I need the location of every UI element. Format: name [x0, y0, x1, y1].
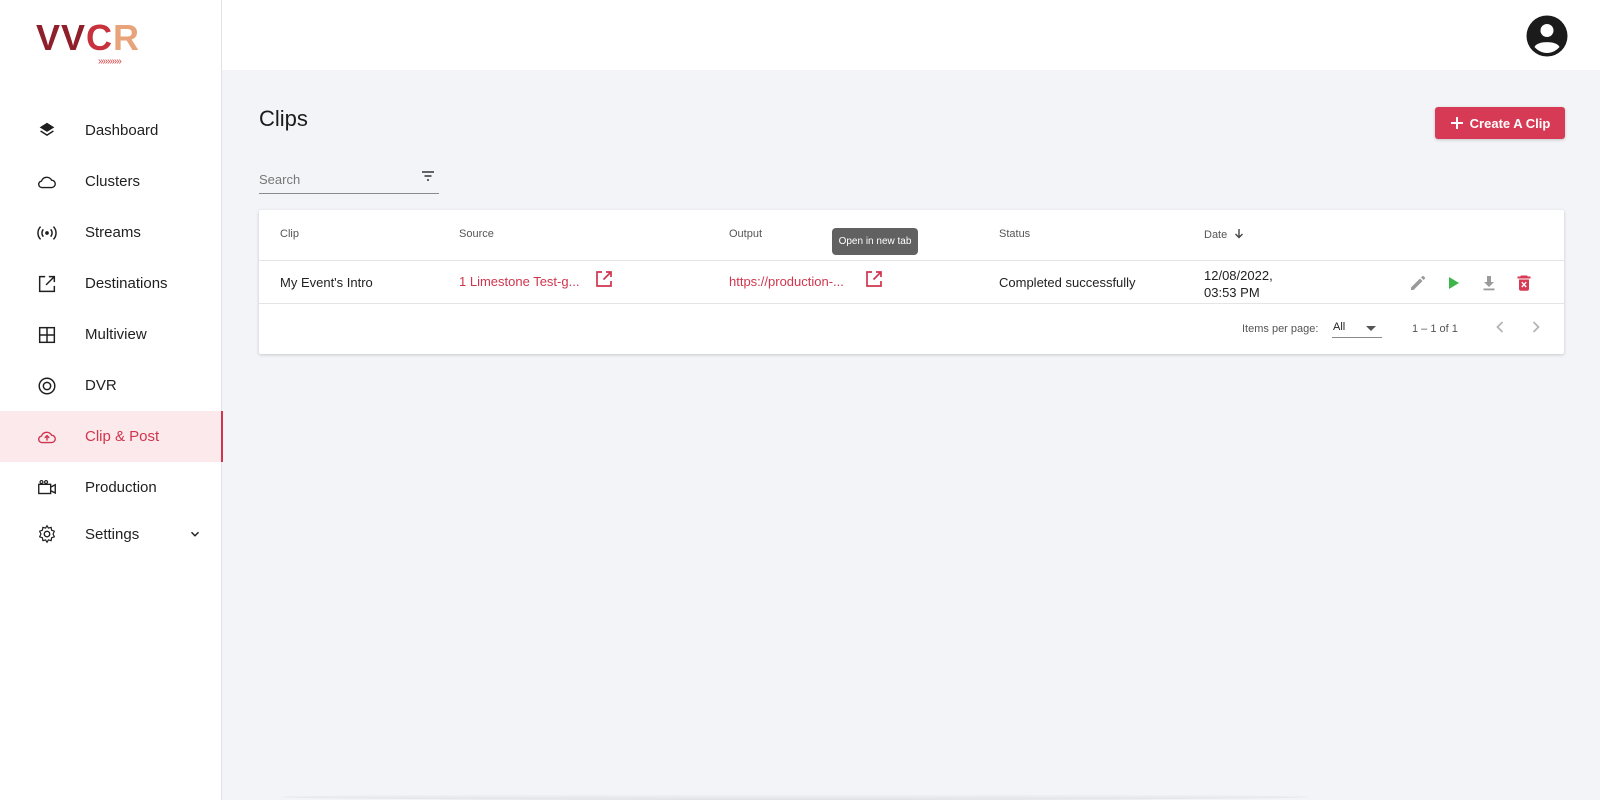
page-title: Clips: [259, 106, 308, 131]
clip-name: My Event's Intro: [280, 275, 373, 290]
sidebar-item-label: Destinations: [85, 275, 168, 292]
column-header-source[interactable]: Source: [459, 228, 494, 240]
sidebar-item-label: Multiview: [85, 326, 147, 343]
plus-icon: [1450, 117, 1463, 129]
sidebar-item-label: Dashboard: [85, 122, 159, 139]
create-clip-button[interactable]: Create A Clip: [1435, 107, 1565, 139]
column-header-clip[interactable]: Clip: [280, 228, 299, 240]
previous-page-icon[interactable]: [1491, 318, 1509, 336]
sidebar-item-label: Clip & Post: [85, 428, 160, 445]
sidebar-item-production[interactable]: Production: [0, 462, 222, 513]
divider: [259, 303, 1564, 304]
sidebar-item-dashboard[interactable]: Dashboard: [0, 105, 222, 156]
chevron-down-icon[interactable]: [188, 527, 202, 541]
search-input[interactable]: [259, 172, 409, 187]
sidebar-item-destinations[interactable]: Destinations: [0, 258, 222, 309]
sidebar: VVCR »»»»» Dashboard Clusters Streams De…: [0, 0, 223, 800]
arrow-down-icon: [1235, 229, 1244, 239]
external-link-icon: [38, 275, 56, 292]
grid-icon: [38, 326, 56, 343]
items-per-page-label: Items per page:: [1242, 323, 1319, 335]
logo-arrows: »»»»»: [98, 56, 122, 67]
next-page-icon[interactable]: [1527, 318, 1545, 336]
broadcast-icon: [37, 225, 57, 240]
gear-icon: [38, 524, 56, 544]
account-circle-icon[interactable]: [1526, 15, 1568, 57]
date-line: 12/08/2022,: [1204, 268, 1273, 283]
open-in-new-icon[interactable]: [865, 270, 883, 288]
sidebar-item-label: Production: [85, 479, 157, 496]
sidebar-item-clip-post[interactable]: Clip & Post: [0, 411, 223, 462]
column-header-date-label: Date: [1204, 229, 1228, 241]
download-icon[interactable]: [1479, 273, 1499, 293]
status-text: Completed successfully: [999, 275, 1136, 290]
sidebar-item-dvr[interactable]: DVR: [0, 360, 222, 411]
pagination-range: 1 – 1 of 1: [1412, 323, 1458, 335]
play-icon[interactable]: [1443, 273, 1463, 293]
layers-icon: [39, 122, 55, 136]
cloud-upload-icon: [38, 431, 56, 443]
open-in-new-icon[interactable]: [595, 270, 613, 288]
create-clip-label: Create A Clip: [1469, 115, 1551, 131]
sidebar-item-clusters[interactable]: Clusters: [0, 156, 222, 207]
vvcr-logo[interactable]: VVCR »»»»»: [36, 20, 146, 70]
source-link[interactable]: 1 Limestone Test-g...: [459, 274, 579, 289]
column-header-status[interactable]: Status: [999, 228, 1030, 240]
sidebar-item-label: Clusters: [85, 173, 141, 190]
column-header-date[interactable]: Date: [1204, 228, 1244, 241]
sidebar-item-label: Settings: [85, 525, 140, 543]
sidebar-item-multiview[interactable]: Multiview: [0, 309, 222, 360]
dropdown-caret-icon: [1366, 326, 1376, 331]
items-per-page-value: All: [1333, 321, 1346, 333]
date-text: 12/08/2022, 03:53 PM: [1204, 267, 1273, 301]
video-camera-icon: [38, 479, 56, 494]
edit-icon[interactable]: [1408, 273, 1428, 293]
logo-text: VVCR: [36, 17, 141, 58]
delete-icon[interactable]: [1514, 273, 1534, 293]
time-line: 03:53 PM: [1204, 285, 1260, 300]
top-bar: [222, 0, 1600, 70]
record-icon: [38, 376, 56, 395]
tooltip: Open in new tab: [832, 228, 918, 255]
cloud-icon: [38, 176, 56, 188]
bottom-shadow: [280, 794, 1310, 800]
search-field: [259, 166, 439, 194]
filter-icon[interactable]: [420, 168, 436, 184]
sidebar-item-settings[interactable]: Settings: [0, 513, 222, 555]
items-per-page-select[interactable]: All: [1332, 315, 1382, 338]
sidebar-item-label: DVR: [85, 377, 117, 394]
sidebar-item-label: Streams: [85, 224, 141, 241]
sidebar-nav: Dashboard Clusters Streams Destinations …: [0, 105, 223, 555]
divider: [259, 260, 1564, 261]
column-header-output[interactable]: Output: [729, 228, 762, 240]
output-link[interactable]: https://production-...: [729, 274, 844, 289]
sidebar-item-streams[interactable]: Streams: [0, 207, 222, 258]
